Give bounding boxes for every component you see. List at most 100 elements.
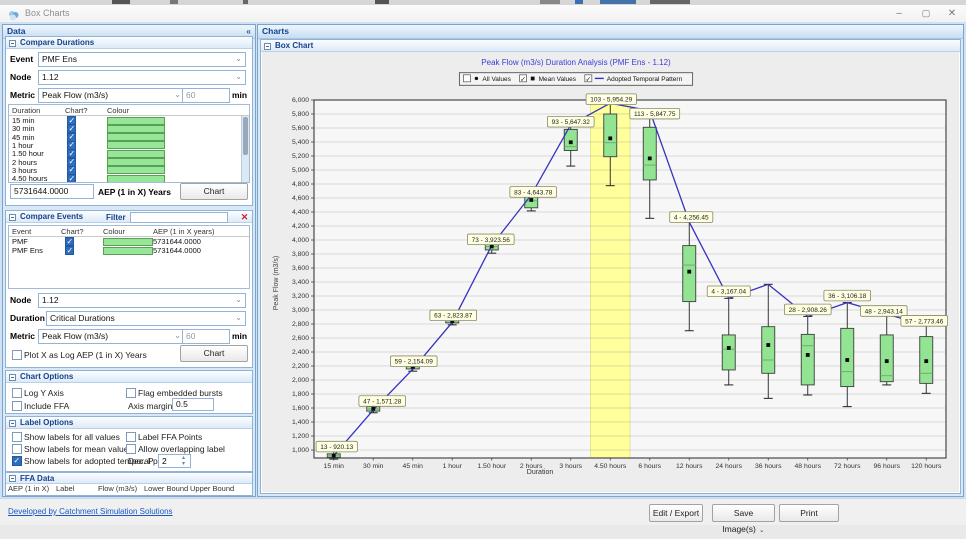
mean-marker <box>648 156 652 160</box>
svg-text:28 - 2,908.26: 28 - 2,908.26 <box>789 307 828 314</box>
mean-marker <box>332 454 336 458</box>
adopted-pattern-label: 93 - 5,647.32 <box>547 116 594 127</box>
colour-swatch[interactable] <box>103 247 153 255</box>
adopted-pattern-label: 103 - 5,954.29 <box>586 94 636 105</box>
background-fragment <box>243 0 248 4</box>
data-panel: Data « Compare Durations Event PMF Ens N… <box>2 24 256 497</box>
collapse-section-icon[interactable] <box>9 40 16 47</box>
colour-swatch[interactable] <box>103 238 153 246</box>
svg-text:5,600: 5,600 <box>292 125 309 132</box>
ffa-data-header[interactable]: FFA Data <box>6 473 252 484</box>
collapse-section-icon[interactable] <box>264 43 271 50</box>
box-chart-header[interactable]: Box Chart <box>261 40 960 52</box>
colour-swatch[interactable] <box>107 158 165 166</box>
metric-unit-label: min <box>232 90 247 100</box>
svg-text:2,600: 2,600 <box>292 335 309 342</box>
event-value: PMF Ens <box>12 246 43 255</box>
svg-text:1.50 hour: 1.50 hour <box>477 463 506 470</box>
box-charts-window: Box Charts Data « Compare Durations Even… <box>0 0 966 524</box>
metric-select[interactable]: Peak Flow (m3/s) <box>38 88 185 103</box>
duration-chart-checkbox[interactable] <box>67 174 76 183</box>
svg-text:5,800: 5,800 <box>292 111 309 118</box>
axis-margin-input[interactable]: 0.5 <box>172 398 214 411</box>
flag-bursts-label: Flag embedded bursts <box>138 388 223 398</box>
duration-row: 2 hours <box>9 158 241 166</box>
compare-durations-header[interactable]: Compare Durations <box>6 37 252 49</box>
save-images-label: Save Image(s) <box>722 508 756 534</box>
colour-swatch[interactable] <box>107 133 165 141</box>
svg-text:15 min: 15 min <box>324 463 345 470</box>
developer-link[interactable]: Developed by Catchment Simulation Soluti… <box>8 507 173 516</box>
save-images-button[interactable]: Save Image(s) <box>712 504 775 522</box>
event-select[interactable]: PMF Ens <box>38 52 246 67</box>
label-options-header[interactable]: Label Options <box>6 417 252 429</box>
log-y-axis-checkbox[interactable] <box>12 388 22 398</box>
labels-mean-values-checkbox[interactable] <box>12 444 22 454</box>
durations-rows: 15 min30 min45 min1 hour1.50 hour2 hours… <box>9 116 241 182</box>
colour-swatch[interactable] <box>107 166 165 174</box>
adopted-pattern-label: 57 - 2,773.46 <box>901 316 948 327</box>
colour-swatch[interactable] <box>107 125 165 133</box>
node-select[interactable]: 1.12 <box>38 70 246 85</box>
scrollbar-thumb[interactable] <box>243 117 248 155</box>
all-values-marker-icon <box>475 77 478 80</box>
chart-button-events[interactable]: Chart <box>180 345 248 362</box>
event-chart-checkbox[interactable] <box>65 246 74 255</box>
colour-swatch[interactable] <box>107 117 165 125</box>
node-select[interactable]: 1.12 <box>38 293 246 308</box>
column-label: Label <box>56 484 74 493</box>
mean-marker <box>687 270 691 274</box>
clear-filter-button[interactable] <box>239 212 250 222</box>
collapse-section-icon[interactable] <box>9 374 16 381</box>
collapse-section-icon[interactable] <box>9 420 16 427</box>
colour-swatch[interactable] <box>107 175 165 183</box>
metric-minutes-input[interactable]: 60 <box>182 329 230 344</box>
colour-swatch[interactable] <box>107 150 165 158</box>
allow-overlapping-checkbox[interactable] <box>126 444 136 454</box>
maximize-button[interactable] <box>916 6 936 21</box>
durations-scrollbar[interactable] <box>241 116 249 182</box>
mean-marker <box>490 245 494 249</box>
duration-label: Duration <box>10 313 45 323</box>
svg-text:120 hours: 120 hours <box>911 463 942 470</box>
node-label: Node <box>10 295 31 305</box>
duration-select[interactable]: Critical Durations <box>46 311 246 326</box>
close-button[interactable] <box>942 6 962 21</box>
svg-text:57 - 2,773.46: 57 - 2,773.46 <box>905 318 944 325</box>
filter-input[interactable] <box>130 212 228 223</box>
svg-text:4,000: 4,000 <box>292 237 309 244</box>
compare-durations-group: Compare Durations Event PMF Ens Node 1.1… <box>5 36 253 206</box>
chart-options-header[interactable]: Chart Options <box>6 371 252 383</box>
legend-checkbox[interactable] <box>463 75 470 82</box>
adopted-pattern-label: 59 - 2,154.09 <box>390 356 437 367</box>
mean-marker <box>608 136 612 140</box>
minimize-button[interactable] <box>889 6 909 21</box>
labels-all-values-checkbox[interactable] <box>12 432 22 442</box>
label-ffa-points-checkbox[interactable] <box>126 432 136 442</box>
plot-x-log-checkbox[interactable] <box>12 350 22 360</box>
edit-export-button[interactable]: Edit / Export <box>649 504 703 522</box>
flag-bursts-checkbox[interactable] <box>126 388 136 398</box>
labels-adopted-pattern-checkbox[interactable] <box>12 456 22 466</box>
dec-p-stepper[interactable]: 2 <box>158 454 191 468</box>
print-button[interactable]: Print <box>779 504 839 522</box>
labels-adopted-pattern-label: Show labels for adopted temporal pattern <box>24 456 179 466</box>
collapse-section-icon[interactable] <box>9 214 16 221</box>
svg-text:73 - 3,923.56: 73 - 3,923.56 <box>472 237 511 244</box>
svg-text:4,400: 4,400 <box>292 209 309 216</box>
charts-panel: Charts Box Chart 1,0001,2001,4001,6001,8… <box>257 24 964 497</box>
include-ffa-checkbox[interactable] <box>12 401 22 411</box>
colour-swatch[interactable] <box>107 141 165 149</box>
svg-text:36 - 3,106.18: 36 - 3,106.18 <box>828 293 867 300</box>
compare-events-header[interactable]: Compare Events Filter <box>6 211 252 223</box>
svg-text:12 hours: 12 hours <box>676 463 703 470</box>
metric-select[interactable]: Peak Flow (m3/s) <box>38 329 185 344</box>
chart-button-durations[interactable]: Chart <box>180 183 248 200</box>
column-chart: Chart? <box>65 106 88 115</box>
event-value: PMF Ens <box>42 54 77 64</box>
aep-input[interactable]: 5731644.0000 <box>10 184 94 199</box>
charts-panel-title: Charts <box>262 26 289 36</box>
node-label: Node <box>10 72 31 82</box>
metric-minutes-input[interactable]: 60 <box>182 88 230 103</box>
collapse-section-icon[interactable] <box>9 475 16 482</box>
